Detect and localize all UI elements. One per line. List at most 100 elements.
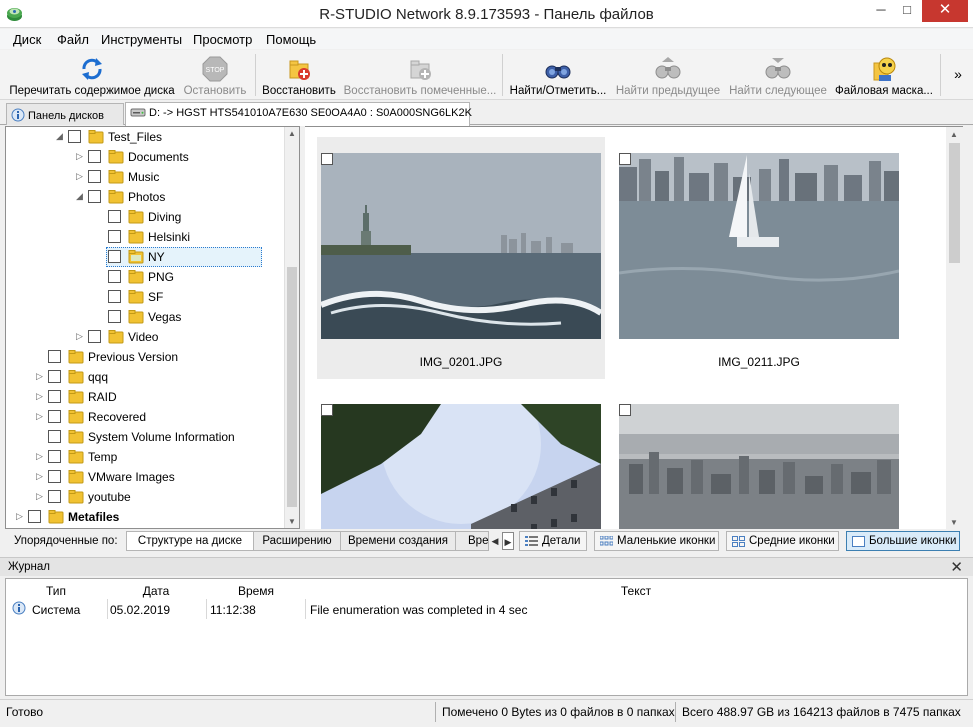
view-medium-icons-button[interactable]: Средние иконки — [726, 531, 839, 551]
close-button[interactable]: ✕ — [922, 0, 968, 22]
tree-item-checkbox[interactable] — [88, 150, 101, 163]
folder-tree[interactable]: ◢ Test_Files ▷ Documents ▷ Music ◢ Photos Diving… — [5, 126, 300, 529]
find-previous-button[interactable]: Найти предыдущее — [614, 52, 722, 98]
expand-arrow-icon[interactable]: ▷ — [36, 411, 46, 422]
sort-tab-time-truncated[interactable]: Вре — [455, 531, 489, 551]
tree-item[interactable]: System Volume Information — [6, 427, 286, 447]
menu-view[interactable]: Просмотр — [193, 32, 252, 47]
sort-tab-disk-structure[interactable]: Структуре на диске — [126, 531, 254, 551]
tree-item[interactable]: Helsinki — [6, 227, 286, 247]
collapse-arrow-icon[interactable]: ◢ — [76, 191, 86, 202]
expand-arrow-icon[interactable]: ▷ — [36, 371, 46, 382]
tree-item-checkbox[interactable] — [108, 290, 121, 303]
expand-arrow-icon[interactable]: ▷ — [36, 451, 46, 462]
tree-item[interactable]: NY — [6, 247, 286, 267]
tree-item[interactable]: ▷ qqq — [6, 367, 286, 387]
tree-item[interactable]: ▷ youtube — [6, 487, 286, 507]
tree-item[interactable]: SF — [6, 287, 286, 307]
thumbnail-card[interactable]: IMG_0211.JPG — [615, 137, 903, 379]
scroll-up-arrow[interactable]: ▲ — [950, 130, 958, 139]
find-mark-button[interactable]: Найти/Отметить... — [506, 52, 610, 98]
tab-disk-files[interactable]: D: -> HGST HTS541010A7E630 SE0OA4A0 : S0… — [125, 102, 472, 126]
thumbnail-checkbox[interactable] — [321, 404, 333, 416]
rescan-disk-button[interactable]: Перечитать содержимое диска — [6, 52, 178, 98]
menu-tools[interactable]: Инструменты — [101, 32, 182, 47]
expand-arrow-icon[interactable]: ▷ — [76, 151, 86, 162]
tree-item-checkbox[interactable] — [48, 390, 61, 403]
expand-arrow-icon[interactable]: ▷ — [76, 171, 86, 182]
journal-col-date[interactable]: Дата — [111, 584, 201, 598]
toolbar-overflow-button[interactable]: » — [948, 52, 968, 98]
thumbnail-card[interactable] — [615, 388, 903, 529]
tree-item-checkbox[interactable] — [28, 510, 41, 523]
stop-button[interactable]: STOP Остановить — [180, 52, 250, 98]
sort-tab-creation-time[interactable]: Времени создания — [340, 531, 456, 551]
tree-item-checkbox[interactable] — [108, 230, 121, 243]
tree-item[interactable]: Vegas — [6, 307, 286, 327]
tree-item-checkbox[interactable] — [88, 330, 101, 343]
tree-item[interactable]: ▷ Metafiles — [6, 507, 286, 527]
view-large-icons-button[interactable]: Большие иконки — [846, 531, 960, 551]
thumbnail-scrollbar[interactable]: ▲ ▼ — [946, 127, 963, 529]
tree-item-checkbox[interactable] — [108, 270, 121, 283]
menu-file[interactable]: Файл — [57, 32, 89, 47]
tree-item-checkbox[interactable] — [48, 450, 61, 463]
scroll-down-arrow[interactable]: ▼ — [288, 517, 296, 526]
scroll-down-arrow[interactable]: ▼ — [950, 518, 958, 527]
tree-item[interactable]: ◢ Photos — [6, 187, 286, 207]
tree-item[interactable]: PNG — [6, 267, 286, 287]
maximize-button[interactable]: □ — [894, 0, 920, 22]
tree-item[interactable]: ▷ Video — [6, 327, 286, 347]
recover-button[interactable]: Восстановить — [260, 52, 338, 98]
sort-tabs-next-arrow[interactable]: ▶ — [502, 532, 514, 550]
expand-arrow-icon[interactable]: ▷ — [36, 391, 46, 402]
tree-item[interactable]: Diving — [6, 207, 286, 227]
sort-tabs-prev-arrow[interactable]: ◀ — [489, 532, 501, 550]
tree-item[interactable]: ▷ Music — [6, 167, 286, 187]
sort-tab-extension[interactable]: Расширению — [253, 531, 341, 551]
expand-arrow-icon[interactable]: ▷ — [36, 491, 46, 502]
thumbnail-checkbox[interactable] — [619, 404, 631, 416]
tree-item-checkbox[interactable] — [108, 210, 121, 223]
view-small-icons-button[interactable]: Маленькие иконки — [594, 531, 719, 551]
menu-disk[interactable]: Диск — [13, 32, 41, 47]
tree-item[interactable]: Previous Version — [6, 347, 286, 367]
thumbnail-view[interactable]: IMG_0201.JPG IMG_0211.JPG ▲ ▼ — [305, 126, 963, 529]
tab-drives-panel[interactable]: Панель дисков — [6, 103, 124, 125]
tree-item[interactable]: ▷ Documents — [6, 147, 286, 167]
tree-item-checkbox[interactable] — [48, 350, 61, 363]
recover-marked-button[interactable]: Восстановить помеченные... — [342, 52, 498, 98]
tree-item-checkbox[interactable] — [108, 310, 121, 323]
tree-item-checkbox[interactable] — [48, 470, 61, 483]
tree-item-checkbox[interactable] — [48, 430, 61, 443]
menu-help[interactable]: Помощь — [266, 32, 316, 47]
thumbnail-scroll-thumb[interactable] — [949, 143, 960, 263]
thumbnail-card[interactable] — [317, 388, 605, 529]
minimize-button[interactable]: ─ — [868, 0, 894, 22]
tree-item-checkbox[interactable] — [48, 410, 61, 423]
thumbnail-card[interactable]: IMG_0201.JPG — [317, 137, 605, 379]
tree-scroll-thumb[interactable] — [287, 267, 297, 507]
tree-scrollbar[interactable]: ▲ ▼ — [284, 127, 299, 528]
view-details-button[interactable]: Детали — [519, 531, 587, 551]
tree-item[interactable]: ◢ Test_Files — [6, 127, 286, 147]
expand-arrow-icon[interactable]: ▷ — [36, 471, 46, 482]
tree-item-checkbox[interactable] — [108, 250, 121, 263]
tree-item-checkbox[interactable] — [48, 370, 61, 383]
find-next-button[interactable]: Найти следующее — [726, 52, 830, 98]
scroll-up-arrow[interactable]: ▲ — [288, 129, 296, 138]
tree-item-checkbox[interactable] — [88, 190, 101, 203]
journal-log[interactable]: Тип Дата Время Текст Система 05.02.2019 … — [5, 578, 968, 696]
tree-item[interactable]: ▷ Recovered — [6, 407, 286, 427]
tree-item-checkbox[interactable] — [88, 170, 101, 183]
expand-arrow-icon[interactable]: ▷ — [16, 511, 26, 522]
expand-arrow-icon[interactable]: ▷ — [76, 331, 86, 342]
tree-item[interactable]: ▷ VMware Images — [6, 467, 286, 487]
tree-item-checkbox[interactable] — [68, 130, 81, 143]
journal-col-time[interactable]: Время — [211, 584, 301, 598]
file-mask-button[interactable]: Файловая маска... — [834, 52, 934, 98]
journal-close-button[interactable]: ✕ — [950, 558, 963, 576]
journal-col-text[interactable]: Текст — [306, 584, 966, 598]
thumbnail-checkbox[interactable] — [321, 153, 333, 165]
tree-item[interactable]: ▷ Temp — [6, 447, 286, 467]
